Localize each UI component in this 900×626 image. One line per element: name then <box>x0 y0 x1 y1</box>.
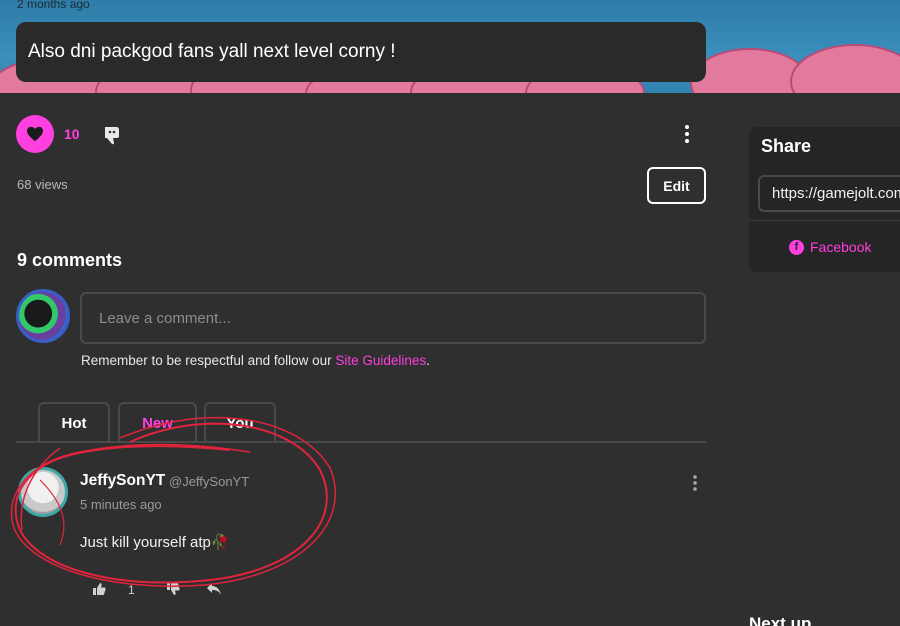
share-url-field[interactable]: https://gamejolt.com <box>758 175 900 212</box>
site-guidelines-link[interactable]: Site Guidelines <box>335 353 426 368</box>
comment-like-count: 1 <box>128 583 135 597</box>
reply-icon <box>207 582 221 595</box>
post-message-card: Also dni packgod fans yall next level co… <box>16 22 706 82</box>
comment-reply-button[interactable] <box>206 582 222 599</box>
comment-like-button[interactable] <box>92 582 108 599</box>
share-divider <box>749 220 900 221</box>
dislike-button[interactable] <box>103 125 121 150</box>
more-vertical-icon <box>685 125 689 143</box>
tab-hot[interactable]: Hot <box>38 402 110 442</box>
facebook-icon: f <box>789 239 804 255</box>
edit-button[interactable]: Edit <box>647 167 706 204</box>
banner-blob <box>790 44 900 93</box>
comment-dislike-button[interactable] <box>166 582 182 599</box>
current-user-avatar[interactable] <box>16 289 70 343</box>
post-message-text: Also dni packgod fans yall next level co… <box>28 41 396 62</box>
guidelines-text: Remember to be respectful and follow our <box>81 353 336 368</box>
dislike-icon <box>105 127 119 145</box>
thumbs-up-icon <box>93 582 106 595</box>
thumbs-down-icon <box>167 582 180 595</box>
heart-icon <box>27 126 43 142</box>
tab-new[interactable]: New <box>118 402 197 442</box>
like-button[interactable] <box>16 115 54 153</box>
comment-more-button[interactable] <box>689 474 701 497</box>
comment-input[interactable] <box>80 292 706 344</box>
tabs-divider <box>16 441 706 443</box>
guidelines-notice: Remember to be respectful and follow our… <box>81 353 430 368</box>
facebook-share-button[interactable]: f Facebook <box>789 239 871 255</box>
guidelines-period: . <box>426 353 430 368</box>
post-more-button[interactable] <box>680 124 694 149</box>
view-count: 68 views <box>17 177 68 192</box>
comment-author-name[interactable]: JeffySonYT <box>80 472 165 490</box>
facebook-share-label: Facebook <box>810 239 872 255</box>
comment-author-avatar[interactable] <box>18 467 68 517</box>
share-panel: Share https://gamejolt.com f Facebook <box>749 127 900 272</box>
comment-actions: 1 <box>92 582 222 598</box>
more-vertical-icon <box>693 475 697 491</box>
comments-title: 9 comments <box>17 250 123 270</box>
post-banner: 2 months ago Also dni packgod fans yall … <box>0 0 900 93</box>
comment-timestamp: 5 minutes ago <box>80 497 162 512</box>
comment-author-handle[interactable]: @JeffySonYT <box>169 474 249 489</box>
like-count: 10 <box>64 126 80 142</box>
comment-text: Just kill yourself atp🥀 <box>80 534 230 551</box>
share-title: Share <box>761 136 812 156</box>
next-up-heading: Next up <box>749 614 812 626</box>
post-timestamp: 2 months ago <box>17 0 90 11</box>
tab-you[interactable]: You <box>204 402 276 442</box>
